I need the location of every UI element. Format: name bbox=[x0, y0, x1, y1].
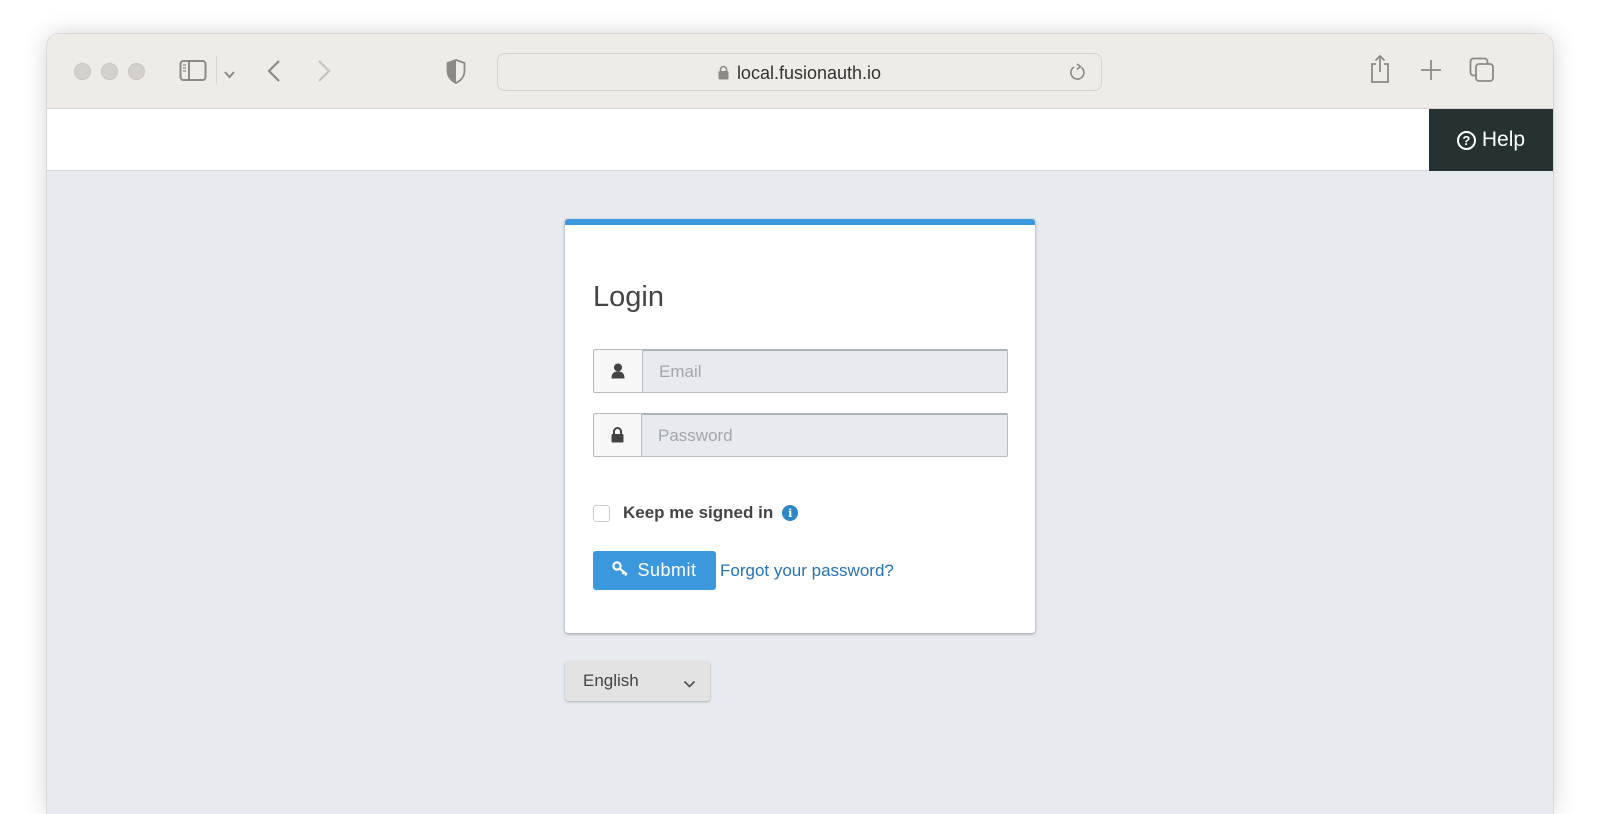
language-select[interactable]: English bbox=[565, 661, 710, 701]
language-selected-value: English bbox=[583, 671, 639, 690]
password-input-group bbox=[593, 413, 1008, 457]
plus-icon[interactable] bbox=[1420, 59, 1442, 86]
user-icon bbox=[593, 349, 642, 393]
password-input[interactable] bbox=[641, 413, 1008, 457]
minimize-window-button[interactable] bbox=[101, 63, 118, 80]
forgot-password-link[interactable]: Forgot your password? bbox=[720, 561, 894, 581]
chevron-down-icon[interactable] bbox=[224, 66, 235, 84]
browser-toolbar: local.fusionauth.io bbox=[47, 34, 1553, 109]
chevron-left-icon[interactable] bbox=[267, 59, 281, 88]
submit-label: Submit bbox=[637, 560, 697, 580]
toolbar-divider bbox=[216, 56, 217, 84]
keep-signed-in-checkbox[interactable] bbox=[593, 504, 610, 522]
page-title: Login bbox=[593, 281, 664, 313]
keep-signed-in-label[interactable]: Keep me signed in bbox=[623, 503, 773, 523]
address-bar[interactable]: local.fusionauth.io bbox=[497, 53, 1102, 91]
submit-button[interactable]: Submit bbox=[593, 551, 716, 590]
help-label: Help bbox=[1481, 128, 1526, 151]
email-input-group bbox=[593, 349, 1008, 393]
keep-signed-in-row: Keep me signed in i bbox=[593, 503, 799, 523]
zoom-window-button[interactable] bbox=[128, 63, 145, 80]
tab-overview-icon[interactable] bbox=[1469, 57, 1495, 88]
login-panel: Login Keep me signed in i Submit Forgot … bbox=[565, 219, 1035, 633]
info-icon[interactable]: i bbox=[782, 505, 799, 521]
key-icon bbox=[612, 560, 629, 581]
email-input[interactable] bbox=[642, 349, 1008, 393]
lock-icon bbox=[718, 64, 729, 85]
reload-icon[interactable] bbox=[1069, 62, 1087, 87]
browser-window: local.fusionauth.io ? Help Login Email K… bbox=[47, 34, 1553, 814]
question-circle-icon: ? bbox=[1456, 130, 1476, 150]
page-header: ? Help bbox=[47, 109, 1553, 171]
shield-icon[interactable] bbox=[446, 59, 466, 89]
help-button[interactable]: ? Help bbox=[1429, 109, 1553, 171]
lock-icon bbox=[593, 413, 641, 457]
chevron-right-icon[interactable] bbox=[317, 59, 331, 88]
sidebar-icon[interactable] bbox=[179, 59, 207, 88]
chevron-down-icon bbox=[683, 674, 696, 694]
close-window-button[interactable] bbox=[74, 63, 91, 80]
share-icon[interactable] bbox=[1369, 54, 1391, 89]
url-text: local.fusionauth.io bbox=[736, 63, 882, 83]
